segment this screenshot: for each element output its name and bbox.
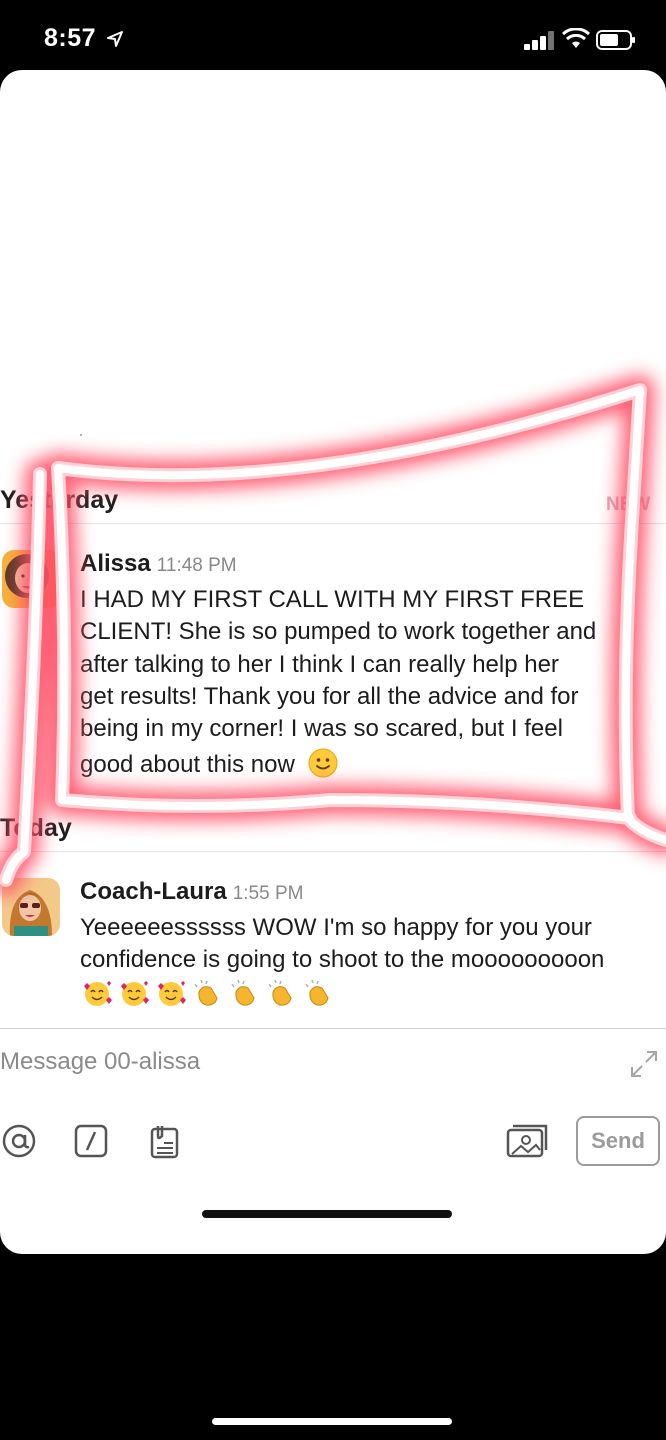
author-name-coach-laura[interactable]: Coach-Laura	[80, 878, 227, 905]
new-messages-label: NEW	[606, 494, 651, 515]
clapping-hands-icon	[231, 979, 255, 1006]
divider-yesterday	[0, 523, 666, 524]
emoji-row	[80, 978, 336, 1008]
inner-home-indicator	[202, 1210, 452, 1218]
wifi-icon	[562, 28, 590, 48]
at-icon[interactable]	[0, 1122, 38, 1160]
slash-command-icon[interactable]	[72, 1122, 110, 1160]
message-timestamp: 11:48 PM	[156, 555, 237, 576]
composer-divider	[0, 1028, 666, 1029]
clipboard-icon[interactable]	[144, 1122, 182, 1160]
message-text-line: CLIENT! She is so pumped to work togethe…	[80, 618, 597, 645]
location-arrow-icon	[107, 31, 123, 47]
message-text-line: confidence is going to shoot to the mooo…	[80, 946, 605, 973]
chat-panel: Yesterday NEW Alissa 11:48 PM I HAD MY FI…	[0, 70, 666, 1254]
author-name-alissa[interactable]: Alissa	[80, 550, 151, 577]
clapping-hands-icon	[305, 979, 329, 1006]
clapping-hands-icon	[268, 979, 292, 1006]
cellular-signal-icon	[524, 30, 556, 50]
message-author[interactable]: Coach-Laura 1:55 PM	[80, 878, 303, 906]
home-indicator	[212, 1418, 452, 1425]
avatar-alissa[interactable]	[2, 550, 60, 608]
message-text-line: being in my corner! I was so scared, but…	[80, 715, 563, 742]
clapping-hands-icon	[194, 979, 218, 1006]
battery-icon	[596, 30, 635, 50]
status-bar: 8:57	[0, 0, 666, 70]
slightly-smiling-face-icon	[308, 748, 337, 778]
status-time: 8:57	[44, 24, 97, 52]
message-timestamp: 1:55 PM	[232, 883, 304, 904]
message-text-line: after talking to her I think I can reall…	[80, 651, 559, 678]
decorative-dot	[80, 434, 82, 436]
message-text-line: get results! Thank you for all the advic…	[80, 683, 579, 710]
smiling-face-with-hearts-icon	[158, 981, 186, 1006]
smiling-face-with-hearts-icon	[121, 981, 149, 1006]
photo-icon[interactable]	[506, 1122, 548, 1160]
message-author[interactable]: Alissa 11:48 PM	[80, 550, 237, 578]
day-divider-yesterday: Yesterday	[0, 486, 119, 514]
message-text-line-last: good about this now	[80, 748, 338, 779]
coach-laura-photo	[2, 878, 60, 936]
message-text: good about this now	[80, 751, 295, 778]
alissa-photo	[2, 550, 60, 608]
message-text-line: I HAD MY FIRST CALL WITH MY FIRST FREE	[80, 586, 585, 613]
smiling-face-with-hearts-icon	[84, 981, 112, 1006]
send-button[interactable]: Send	[576, 1116, 660, 1166]
divider-today	[0, 851, 666, 852]
expand-icon[interactable]	[628, 1048, 660, 1080]
message-text-line: Yeeeeeessssss WOW I'm so happy for you y…	[80, 914, 592, 941]
message-input[interactable]: Message 00-alissa	[0, 1048, 200, 1076]
day-divider-today: Today	[0, 814, 72, 842]
avatar-coach-laura[interactable]	[2, 878, 60, 936]
